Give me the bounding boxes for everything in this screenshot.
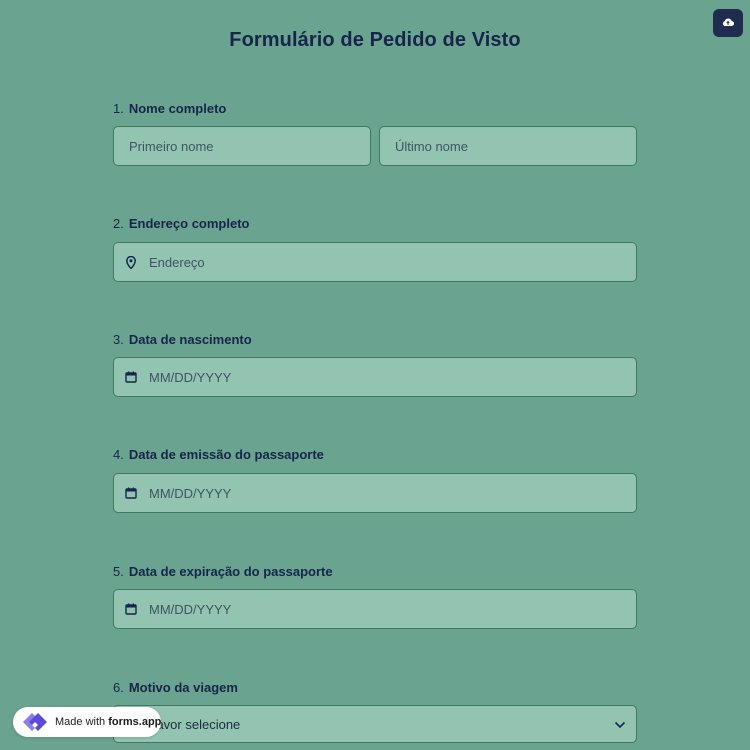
question-label-address: 2. Endereço completo: [113, 216, 249, 231]
calendar-icon: [123, 601, 139, 617]
passport-expiry-date-placeholder: MM/DD/YYYY: [149, 601, 232, 617]
question-number: 3.: [113, 332, 124, 347]
question-number: 6.: [113, 680, 124, 695]
question-text: Nome completo: [128, 101, 227, 116]
question-text: Data de emissão do passaporte: [128, 447, 324, 462]
question-label-passport-issue-date: 4. Data de emissão do passaporte: [113, 447, 324, 462]
question-text: Motivo da viagem: [128, 680, 238, 695]
passport-expiry-date-input[interactable]: MM/DD/YYYY: [113, 589, 637, 629]
passport-issue-date-placeholder: MM/DD/YYYY: [149, 485, 232, 501]
travel-reason-select[interactable]: Por favor selecione: [113, 705, 637, 743]
birth-date-input[interactable]: MM/DD/YYYY: [113, 357, 637, 397]
question-number: 2.: [113, 216, 124, 231]
first-name-input[interactable]: Primeiro nome: [113, 126, 371, 166]
question-label-passport-expiry-date: 5. Data de expiração do passaporte: [113, 564, 333, 579]
address-input[interactable]: Endereço: [113, 242, 637, 282]
last-name-input[interactable]: Último nome: [379, 126, 637, 166]
calendar-icon: [123, 369, 139, 385]
question-text: Endereço completo: [128, 216, 250, 231]
calendar-icon: [123, 485, 139, 501]
question-label-travel-reason: 6. Motivo da viagem: [113, 680, 238, 695]
form-title: Formulário de Pedido de Visto: [229, 29, 521, 51]
made-with-forms-app-badge[interactable]: Made with forms.app: [13, 707, 161, 737]
badge-prefix: Made with: [55, 716, 109, 728]
location-pin-icon: [123, 254, 139, 270]
question-number: 4.: [113, 447, 124, 462]
badge-brand: forms.app: [108, 716, 162, 728]
question-text: Data de expiração do passaporte: [128, 564, 333, 579]
question-number: 5.: [113, 564, 124, 579]
badge-text: Made with forms.app: [55, 716, 161, 728]
last-name-placeholder: Último nome: [395, 138, 468, 154]
first-name-placeholder: Primeiro nome: [129, 138, 214, 154]
question-text: Data de nascimento: [128, 332, 252, 347]
form-page: Formulário de Pedido de Visto 1. Nome co…: [0, 0, 750, 750]
question-number: 1.: [113, 101, 124, 116]
chevron-down-icon: [614, 717, 626, 732]
address-placeholder: Endereço: [149, 254, 205, 270]
birth-date-placeholder: MM/DD/YYYY: [149, 369, 232, 385]
question-label-full-name: 1. Nome completo: [113, 101, 226, 116]
question-label-birth-date: 3. Data de nascimento: [113, 332, 252, 347]
passport-issue-date-input[interactable]: MM/DD/YYYY: [113, 473, 637, 513]
forms-app-logo-icon: [20, 710, 50, 734]
